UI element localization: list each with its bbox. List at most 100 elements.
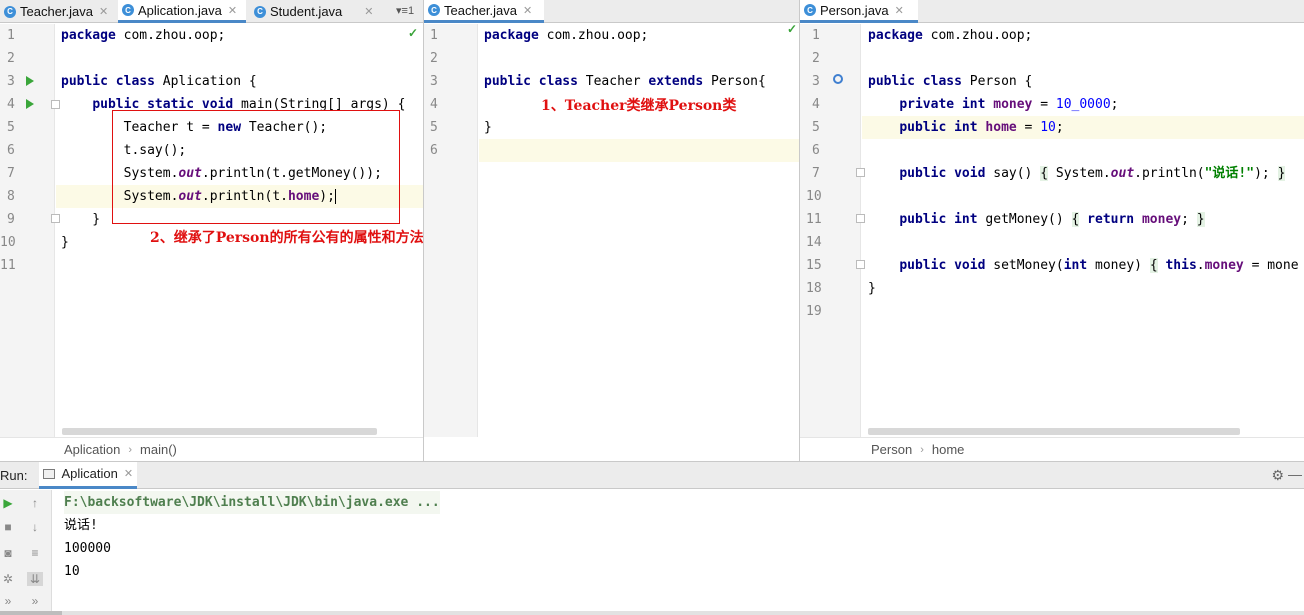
horizontal-scrollbar[interactable] bbox=[868, 428, 1240, 435]
tab-label: Person.java bbox=[820, 2, 889, 18]
run-header: Run: Aplication ✕ ⚙ — bbox=[0, 461, 1304, 489]
code-line: public void say() { System.out.println("… bbox=[899, 166, 1286, 181]
close-icon[interactable]: ✕ bbox=[124, 467, 133, 480]
breadcrumb-item[interactable]: home bbox=[932, 442, 965, 457]
line-number: 5 bbox=[7, 120, 15, 135]
run-icon[interactable] bbox=[26, 76, 34, 86]
java-class-icon: C bbox=[254, 5, 266, 18]
breadcrumb: Person › home bbox=[800, 437, 1304, 461]
code-line: public class Aplication { bbox=[61, 74, 257, 89]
rerun-icon[interactable]: ▶ bbox=[0, 496, 16, 510]
editor-pane-person: C Person.java ✕ 1 2 3 4 5 6 7 10 11 14 1… bbox=[800, 0, 1304, 461]
console-line: 100000 bbox=[64, 541, 111, 556]
horizontal-scrollbar[interactable] bbox=[0, 611, 1304, 615]
line-number: 7 bbox=[812, 166, 820, 181]
horizontal-scrollbar[interactable] bbox=[62, 428, 377, 435]
line-number: 5 bbox=[430, 120, 438, 135]
current-line-highlight bbox=[479, 139, 799, 162]
annotation-text: 2、继承了Person的所有公有的属性和方法 bbox=[150, 230, 424, 246]
code-line: private int money = 10_0000; bbox=[899, 97, 1119, 112]
close-icon[interactable]: ✕ bbox=[228, 4, 237, 17]
tab-person-java[interactable]: C Person.java ✕ bbox=[800, 0, 918, 23]
gear-icon[interactable]: ⚙ bbox=[1271, 467, 1284, 484]
minimize-icon[interactable]: — bbox=[1288, 466, 1302, 482]
console-output[interactable]: F:\backsoftware\JDK\install\JDK\bin\java… bbox=[52, 490, 1304, 611]
run-toolbar: ▶ ↑ ■ ↓ ◙ ≡ ✲ ⇊ » » bbox=[0, 490, 52, 615]
more-icon[interactable]: » bbox=[0, 594, 16, 608]
editor-tab-bar: C Person.java ✕ bbox=[800, 0, 1304, 23]
line-number: 2 bbox=[7, 51, 15, 66]
run-tool-window: Run: Aplication ✕ ⚙ — ▶ ↑ ■ ↓ ◙ ≡ ✲ ⇊ » … bbox=[0, 461, 1304, 615]
run-tab-label: Aplication bbox=[61, 466, 118, 481]
arrow-up-icon[interactable]: ↑ bbox=[27, 496, 43, 510]
line-number: 9 bbox=[7, 212, 15, 227]
java-class-icon: C bbox=[804, 4, 816, 16]
editor-pane-teacher: C Teacher.java ✕ 1 2 3 4 5 6 package com… bbox=[424, 0, 800, 461]
close-icon[interactable]: ✕ bbox=[895, 4, 904, 17]
line-number: 19 bbox=[806, 304, 822, 319]
tab-aplication-java[interactable]: C Aplication.java ✕ bbox=[118, 0, 246, 23]
java-class-icon: C bbox=[4, 5, 16, 18]
code-line: public class Person { bbox=[868, 74, 1033, 89]
scrollbar-thumb[interactable] bbox=[0, 611, 62, 615]
tab-label: Teacher.java bbox=[20, 4, 93, 19]
line-number: 1 bbox=[812, 28, 820, 43]
camera-icon[interactable]: ◙ bbox=[0, 546, 16, 560]
console-command-line: F:\backsoftware\JDK\install\JDK\bin\java… bbox=[64, 491, 440, 514]
code-editor[interactable]: package com.zhou.oop; public class Perso… bbox=[862, 24, 1304, 437]
soft-wrap-icon[interactable]: ≡ bbox=[27, 546, 43, 560]
run-tab-aplication[interactable]: Aplication ✕ bbox=[39, 461, 138, 489]
stop-icon[interactable]: ■ bbox=[0, 520, 16, 534]
line-number: 7 bbox=[7, 166, 15, 181]
chevron-right-icon: › bbox=[920, 443, 924, 456]
close-icon[interactable]: ✕ bbox=[523, 4, 532, 17]
close-icon[interactable]: ✕ bbox=[364, 5, 373, 18]
breadcrumb: Aplication › main() bbox=[0, 437, 423, 461]
editor-tab-bar: C Teacher.java ✕ C Aplication.java ✕ C S… bbox=[0, 0, 423, 23]
tab-label: Student.java bbox=[270, 4, 343, 19]
code-line: public int home = 10; bbox=[899, 120, 1064, 135]
scroll-to-end-icon[interactable]: ⇊ bbox=[27, 572, 43, 586]
java-class-icon: C bbox=[428, 4, 440, 16]
code-line: package com.zhou.oop; bbox=[868, 28, 1033, 43]
line-number: 15 bbox=[806, 258, 822, 273]
line-number: 6 bbox=[7, 143, 15, 158]
close-icon[interactable]: ✕ bbox=[99, 5, 108, 18]
line-gutter: 1 2 3 4 5 6 7 10 11 14 15 18 19 bbox=[800, 24, 865, 437]
console-icon bbox=[43, 468, 56, 479]
line-gutter: 1 2 3 4 5 6 bbox=[424, 24, 478, 437]
code-line: } bbox=[61, 235, 69, 250]
tab-overflow-button[interactable]: ▾≡1 bbox=[396, 4, 414, 17]
line-number: 8 bbox=[7, 189, 15, 204]
code-line: } bbox=[868, 281, 876, 296]
settings-icon[interactable]: ✲ bbox=[0, 572, 16, 586]
line-number: 4 bbox=[7, 97, 15, 112]
tab-student-java[interactable]: C Student.java ✕ bbox=[250, 0, 390, 23]
code-editor[interactable]: package com.zhou.oop; public class Teach… bbox=[479, 24, 799, 437]
inspection-ok-icon[interactable]: ✓ bbox=[787, 24, 797, 36]
annotation-box bbox=[112, 110, 400, 224]
inspection-ok-icon[interactable]: ✓ bbox=[408, 26, 418, 40]
arrow-down-icon[interactable]: ↓ bbox=[27, 520, 43, 534]
line-number: 6 bbox=[430, 143, 438, 158]
run-icon[interactable] bbox=[26, 99, 34, 109]
breadcrumb-item[interactable]: Aplication bbox=[64, 442, 120, 457]
code-line: public int getMoney() { return money; } bbox=[899, 212, 1205, 227]
annotation-text: 1、Teacher类继承Person类 bbox=[541, 98, 737, 114]
breadcrumb-item[interactable]: main() bbox=[140, 442, 177, 457]
line-number: 5 bbox=[812, 120, 820, 135]
code-line: package com.zhou.oop; bbox=[484, 28, 649, 43]
more-icon[interactable]: » bbox=[27, 594, 43, 608]
line-number: 4 bbox=[812, 97, 820, 112]
tab-teacher-java[interactable]: C Teacher.java ✕ bbox=[0, 0, 116, 23]
line-number: 4 bbox=[430, 97, 438, 112]
line-number: 2 bbox=[812, 51, 820, 66]
line-number: 6 bbox=[812, 143, 820, 158]
code-line: public class Teacher extends Person{ bbox=[484, 74, 766, 89]
breadcrumb-item[interactable]: Person bbox=[871, 442, 912, 457]
override-marker-icon[interactable] bbox=[833, 74, 843, 84]
code-line: } bbox=[61, 212, 101, 227]
line-number: 1 bbox=[430, 28, 438, 43]
tab-label: Aplication.java bbox=[138, 2, 222, 18]
tab-teacher-java[interactable]: C Teacher.java ✕ bbox=[424, 0, 544, 23]
